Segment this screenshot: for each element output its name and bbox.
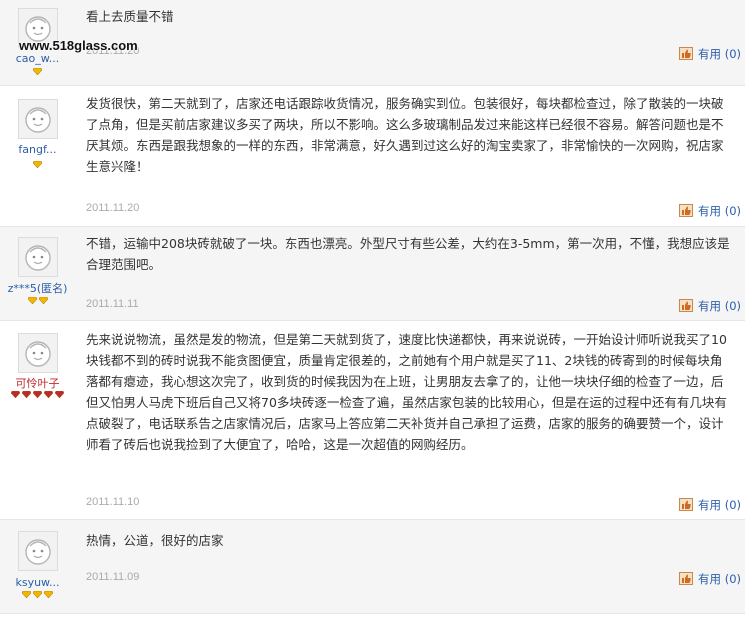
rank-diamond-icon — [27, 297, 37, 304]
review-date: 2011.11.09 — [86, 571, 140, 583]
rank-diamond-icon — [33, 391, 42, 398]
user-rank-badge — [0, 391, 75, 401]
user-rank-badge — [0, 68, 75, 78]
review-text: 不错，运输中208块砖就破了一块。东西也漂亮。外型尺寸有些公差，大约在3-5mm… — [86, 236, 730, 272]
rank-diamond-icon — [44, 591, 53, 598]
rank-diamond-icon — [44, 391, 53, 398]
user-rank-badge — [0, 591, 75, 601]
review-text: 看上去质量不错 — [86, 9, 174, 24]
review-item: ksyuw... 热情，公道，很好的店家 2011.11.09 有用 (0) — [0, 520, 745, 614]
review-text: 热情，公道，很好的店家 — [86, 533, 224, 548]
review-item: fangf... 发货很快，第二天就到了，店家还电话跟踪收货情况，服务确实到位。包… — [0, 86, 745, 227]
useful-button[interactable]: 有用 (0) — [679, 571, 741, 587]
user-avatar[interactable] — [18, 531, 58, 571]
useful-label: 有用 (0) — [698, 572, 741, 586]
rank-diamond-icon — [33, 68, 42, 75]
useful-button[interactable]: 有用 (0) — [679, 203, 741, 219]
user-avatar[interactable] — [18, 333, 58, 373]
useful-button[interactable]: 有用 (0) — [679, 298, 741, 314]
useful-button[interactable]: 有用 (0) — [679, 497, 741, 513]
review-item: z***5(匿名) 不错，运输中208块砖就破了一块。东西也漂亮。外型尺寸有些公差… — [0, 227, 745, 321]
useful-label: 有用 (0) — [698, 498, 741, 512]
thumbs-up-icon — [679, 299, 694, 312]
useful-label: 有用 (0) — [698, 47, 741, 61]
rank-diamond-icon — [33, 591, 42, 598]
useful-label: 有用 (0) — [698, 299, 741, 313]
rank-diamond-icon — [11, 391, 20, 398]
user-avatar[interactable] — [18, 237, 58, 277]
user-avatar[interactable] — [18, 99, 58, 139]
thumbs-up-icon — [679, 498, 694, 511]
review-date: 2011.11.20 — [86, 202, 140, 214]
reviewer-name[interactable]: ksyuw... — [0, 576, 75, 589]
rank-diamond-icon — [38, 297, 48, 304]
thumbs-up-icon — [679, 47, 694, 60]
reviewer-name[interactable]: z***5(匿名) — [0, 280, 75, 296]
thumbs-up-icon — [679, 572, 694, 585]
rank-diamond-icon — [33, 161, 42, 168]
rank-diamond-icon — [55, 391, 64, 398]
review-text: 先来说说物流，虽然是发的物流，但是第二天就到货了，速度比快递都快，再来说说砖，一… — [86, 332, 727, 452]
review-date: 2011.11.11 — [86, 298, 139, 310]
reviewer-name[interactable]: 可怜叶子 — [0, 375, 75, 391]
user-rank-badge — [0, 297, 75, 307]
reviewer-name[interactable]: fangf... — [0, 143, 75, 156]
rank-diamond-icon — [22, 591, 31, 598]
thumbs-up-icon — [679, 204, 694, 217]
useful-label: 有用 (0) — [698, 204, 741, 218]
review-date: 2011.11.10 — [86, 496, 140, 508]
reviewer-name[interactable]: cao_w... — [0, 52, 75, 65]
watermark: www.518glass.com — [19, 38, 138, 53]
review-text: 发货很快，第二天就到了，店家还电话跟踪收货情况，服务确实到位。包装很好，每块都检… — [86, 96, 724, 174]
user-rank-badge — [0, 161, 75, 171]
rank-diamond-icon — [22, 391, 31, 398]
review-item: 可怜叶子 先来说说物流，虽然是发的物流，但是第二天就到货了，速度比快递都快，再来说… — [0, 321, 745, 520]
useful-button[interactable]: 有用 (0) — [679, 46, 741, 62]
